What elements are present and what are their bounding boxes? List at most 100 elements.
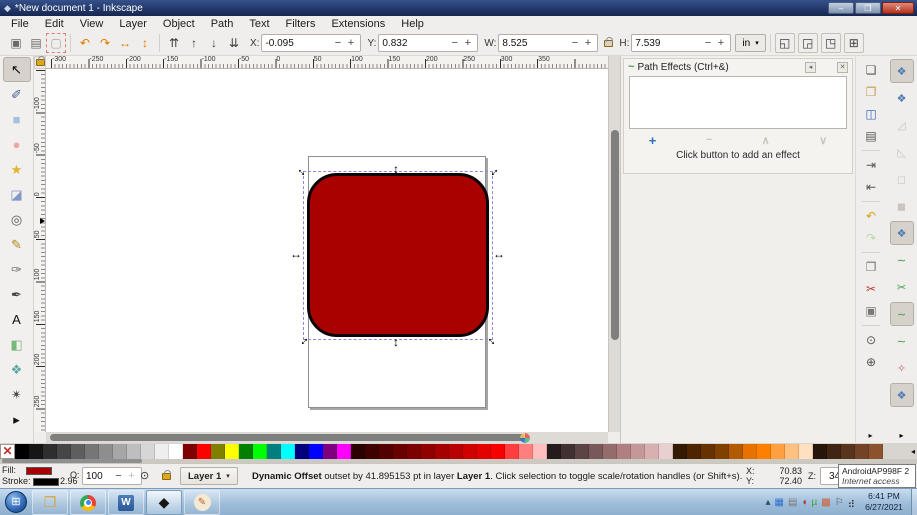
spiral-tool[interactable]: ◎	[3, 207, 31, 232]
color-swatch[interactable]	[757, 444, 771, 459]
export-icon[interactable]: ⇤	[860, 176, 882, 198]
paste-icon[interactable]: ▣	[860, 300, 882, 322]
remove-effect-button[interactable]: −	[706, 134, 712, 146]
width-increment[interactable]: +	[581, 37, 594, 49]
rotate-ccw-icon[interactable]: ↶	[75, 33, 95, 53]
menu-item[interactable]: Help	[393, 18, 432, 30]
undo-icon[interactable]: ↶	[860, 205, 882, 227]
color-swatch[interactable]	[701, 444, 715, 459]
tray-color-app-icon[interactable]: ▩	[821, 497, 830, 508]
close-button[interactable]: ✕	[882, 2, 914, 14]
y-increment[interactable]: +	[461, 37, 474, 49]
color-swatch[interactable]	[799, 444, 813, 459]
tray-utorrent-icon[interactable]: µ	[811, 497, 817, 508]
color-swatch[interactable]	[155, 444, 169, 459]
print-icon[interactable]: ▤	[860, 125, 882, 147]
effect-list[interactable]	[629, 76, 847, 129]
snap-smooth-nodes-toggle[interactable]: ∼	[890, 329, 914, 353]
opacity-increment[interactable]: +	[125, 470, 138, 482]
tray-hidden-icons[interactable]: ▴	[766, 497, 771, 508]
color-swatch[interactable]	[57, 444, 71, 459]
layer-dropdown[interactable]: Layer 1 ▾	[180, 467, 238, 485]
taskbar-clock[interactable]: 6:41 PM 6/27/2021	[859, 491, 909, 513]
color-swatch[interactable]	[407, 444, 421, 459]
color-swatch[interactable]	[561, 444, 575, 459]
snap-bbox-edge-midpoints-toggle[interactable]: ◻	[890, 167, 914, 191]
no-color-swatch[interactable]: ✕	[0, 444, 15, 459]
menu-item[interactable]: File	[3, 18, 37, 30]
color-swatch[interactable]	[813, 444, 827, 459]
snap-bbox-centers-toggle[interactable]: ◼	[890, 194, 914, 218]
color-swatch[interactable]	[575, 444, 589, 459]
panel-collapse-button[interactable]: ◂	[805, 62, 816, 73]
gradient-tool[interactable]: ◧	[3, 332, 31, 357]
taskbar-paint-button[interactable]: ✎	[184, 490, 220, 515]
color-swatch[interactable]	[267, 444, 281, 459]
taskbar-word-button[interactable]: W	[108, 490, 144, 515]
bezier-tool[interactable]: ✑	[3, 257, 31, 282]
color-swatch[interactable]	[309, 444, 323, 459]
start-button[interactable]: ⊞	[5, 491, 27, 513]
move-effect-up-button[interactable]: ∧	[762, 134, 770, 147]
menu-item[interactable]: Filters	[278, 18, 324, 30]
color-swatch[interactable]	[197, 444, 211, 459]
lower-to-bottom-icon[interactable]: ⇊	[224, 33, 244, 53]
color-swatch[interactable]	[463, 444, 477, 459]
y-decrement[interactable]: −	[448, 37, 461, 49]
new-document-icon[interactable]: ❏	[860, 59, 882, 81]
color-swatch[interactable]	[211, 444, 225, 459]
horizontal-scrollbar-thumb[interactable]	[50, 434, 525, 441]
separator[interactable]	[862, 201, 880, 202]
opacity-input[interactable]: 100 − +	[82, 467, 142, 485]
opacity-decrement[interactable]: −	[112, 470, 125, 482]
width-input[interactable]: 8.525 − +	[498, 34, 598, 52]
color-swatch[interactable]	[631, 444, 645, 459]
calligraphy-tool[interactable]: ✒	[3, 282, 31, 307]
color-swatch[interactable]	[141, 444, 155, 459]
color-swatch[interactable]	[379, 444, 393, 459]
scale-handle-s[interactable]: ↕	[389, 335, 403, 349]
menu-item[interactable]: Layer	[111, 18, 155, 30]
lock-ratio-icon[interactable]	[604, 40, 613, 47]
commands-overflow-icon[interactable]: ▸	[855, 431, 886, 440]
color-swatch[interactable]	[673, 444, 687, 459]
width-decrement[interactable]: −	[568, 37, 581, 49]
select-all-icon[interactable]: ▣	[6, 33, 26, 53]
deselect-icon[interactable]: ▢	[46, 33, 66, 53]
x-increment[interactable]: +	[344, 37, 357, 49]
separator[interactable]	[862, 325, 880, 326]
separator[interactable]	[862, 150, 880, 151]
zoom-page-icon[interactable]: ⊕	[860, 351, 882, 373]
rotate-cw-icon[interactable]: ↷	[95, 33, 115, 53]
menu-item[interactable]: Extensions	[323, 18, 393, 30]
color-swatch[interactable]	[659, 444, 673, 459]
color-swatch[interactable]	[71, 444, 85, 459]
zoom-drawing-icon[interactable]: ⊙	[860, 329, 882, 351]
cut-icon[interactable]: ✂	[860, 278, 882, 300]
scale-corners-toggle-icon[interactable]: ◲	[798, 33, 818, 53]
node-tool[interactable]: ✐	[3, 82, 31, 107]
taskbar-chrome-button[interactable]	[70, 490, 106, 515]
stroke-swatch[interactable]	[33, 478, 59, 486]
move-gradients-toggle-icon[interactable]: ◳	[821, 33, 841, 53]
color-swatch[interactable]	[743, 444, 757, 459]
flip-vertical-icon[interactable]: ↕	[135, 33, 155, 53]
raise-to-top-icon[interactable]: ⇈	[164, 33, 184, 53]
color-swatch[interactable]	[113, 444, 127, 459]
horizontal-ruler[interactable]: -300-250-200-150-100-5005010015020025030…	[46, 56, 608, 69]
selector-tool[interactable]: ↖	[3, 57, 31, 82]
color-swatch[interactable]	[85, 444, 99, 459]
tray-clipboard-icon[interactable]: ▤	[788, 497, 797, 508]
minimize-button[interactable]: –	[828, 2, 854, 14]
color-swatch[interactable]	[603, 444, 617, 459]
snap-others-toggle[interactable]: ❖	[890, 383, 914, 407]
menu-item[interactable]: Path	[203, 18, 242, 30]
open-document-icon[interactable]: ❐	[860, 81, 882, 103]
box-3d-tool[interactable]: ◪	[3, 182, 31, 207]
color-swatch[interactable]	[589, 444, 603, 459]
panel-close-button[interactable]: ✕	[837, 62, 848, 73]
color-swatch[interactable]	[505, 444, 519, 459]
taskbar-explorer-button[interactable]: ❒	[32, 490, 68, 515]
dropper-tool[interactable]: ✴	[3, 382, 31, 407]
snap-nodes-toggle[interactable]: ❖	[890, 221, 914, 245]
